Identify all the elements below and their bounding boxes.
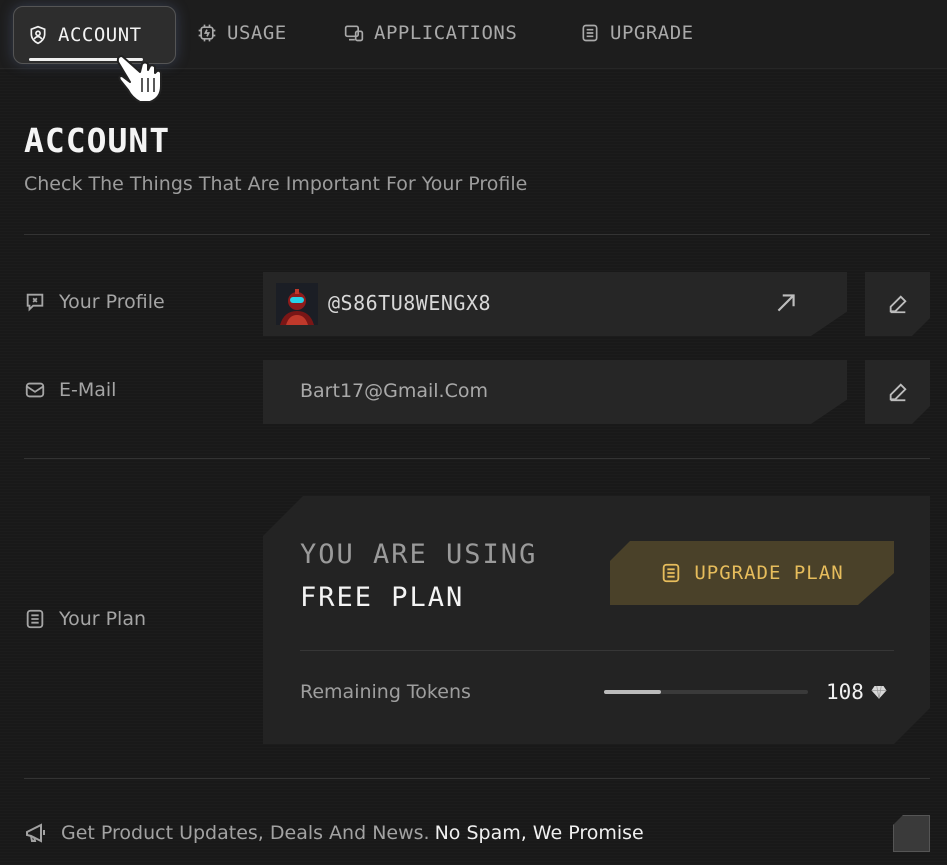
tokens-value: 108	[826, 680, 864, 704]
newsletter-row: Get Product Updates, Deals And News. No …	[24, 821, 644, 845]
upgrade-plan-label: UPGRADE PLAN	[694, 562, 844, 584]
page-subtitle: Check The Things That Are Important For …	[24, 173, 528, 195]
chat-x-icon	[26, 293, 44, 312]
tab-upgrade-label: UPGRADE	[610, 22, 694, 44]
page-title: ACCOUNT	[24, 121, 171, 160]
tokens-progress-bar	[604, 690, 808, 694]
profile-label-text: Your Profile	[59, 291, 165, 313]
chip-icon	[198, 24, 216, 42]
divider	[24, 234, 930, 235]
plan-divider	[300, 650, 894, 651]
profile-field[interactable]: @S86TU8WENGX8	[263, 272, 847, 336]
tab-account-label: ACCOUNT	[58, 24, 142, 46]
profile-handle: @S86TU8WENGX8	[328, 291, 492, 315]
email-field[interactable]: Bart17@Gmail.Com	[263, 360, 847, 424]
divider	[24, 778, 930, 779]
email-label-text: E-Mail	[59, 379, 117, 401]
tab-usage-label: USAGE	[227, 22, 287, 44]
list-icon	[582, 24, 598, 42]
plan-status-line: YOU ARE USING	[300, 539, 538, 570]
diamond-icon	[870, 683, 888, 701]
plan-label: Your Plan	[24, 608, 146, 630]
upgrade-plan-button[interactable]: UPGRADE PLAN	[610, 541, 894, 605]
devices-icon	[344, 25, 364, 42]
tab-applications-label: APPLICATIONS	[374, 22, 518, 44]
tokens-count: 108	[826, 680, 888, 704]
pencil-icon	[887, 381, 909, 403]
hand-pointer-icon	[116, 55, 162, 103]
list-icon	[660, 562, 682, 584]
plan-name: FREE PLAN	[300, 582, 465, 613]
email-label: E-Mail	[24, 379, 116, 401]
arrow-up-right-icon[interactable]	[773, 290, 799, 316]
megaphone-icon	[26, 823, 45, 843]
divider	[24, 458, 930, 459]
tokens-progress-fill	[604, 690, 661, 694]
profile-label: Your Profile	[24, 291, 165, 313]
edit-email-button[interactable]	[865, 360, 930, 424]
tab-usage[interactable]: USAGE	[197, 16, 287, 50]
list-icon	[26, 609, 44, 629]
tab-upgrade[interactable]: UPGRADE	[580, 16, 694, 50]
pencil-icon	[887, 293, 909, 315]
tab-applications[interactable]: APPLICATIONS	[344, 16, 517, 50]
plan-card: YOU ARE USING FREE PLAN UPGRADE PLAN Rem…	[263, 496, 930, 744]
plan-label-text: Your Plan	[59, 608, 147, 630]
newsletter-toggle[interactable]	[893, 815, 930, 852]
avatar-robot-image	[276, 283, 318, 325]
newsletter-text: Get Product Updates, Deals And News.	[61, 822, 430, 844]
tokens-label: Remaining Tokens	[300, 681, 471, 703]
newsletter-promise: No Spam, We Promise	[434, 822, 644, 844]
email-value: Bart17@Gmail.Com	[300, 380, 488, 402]
edit-profile-button[interactable]	[865, 272, 930, 336]
mail-icon	[25, 382, 45, 398]
avatar	[276, 283, 318, 325]
user-shield-icon	[30, 25, 46, 45]
